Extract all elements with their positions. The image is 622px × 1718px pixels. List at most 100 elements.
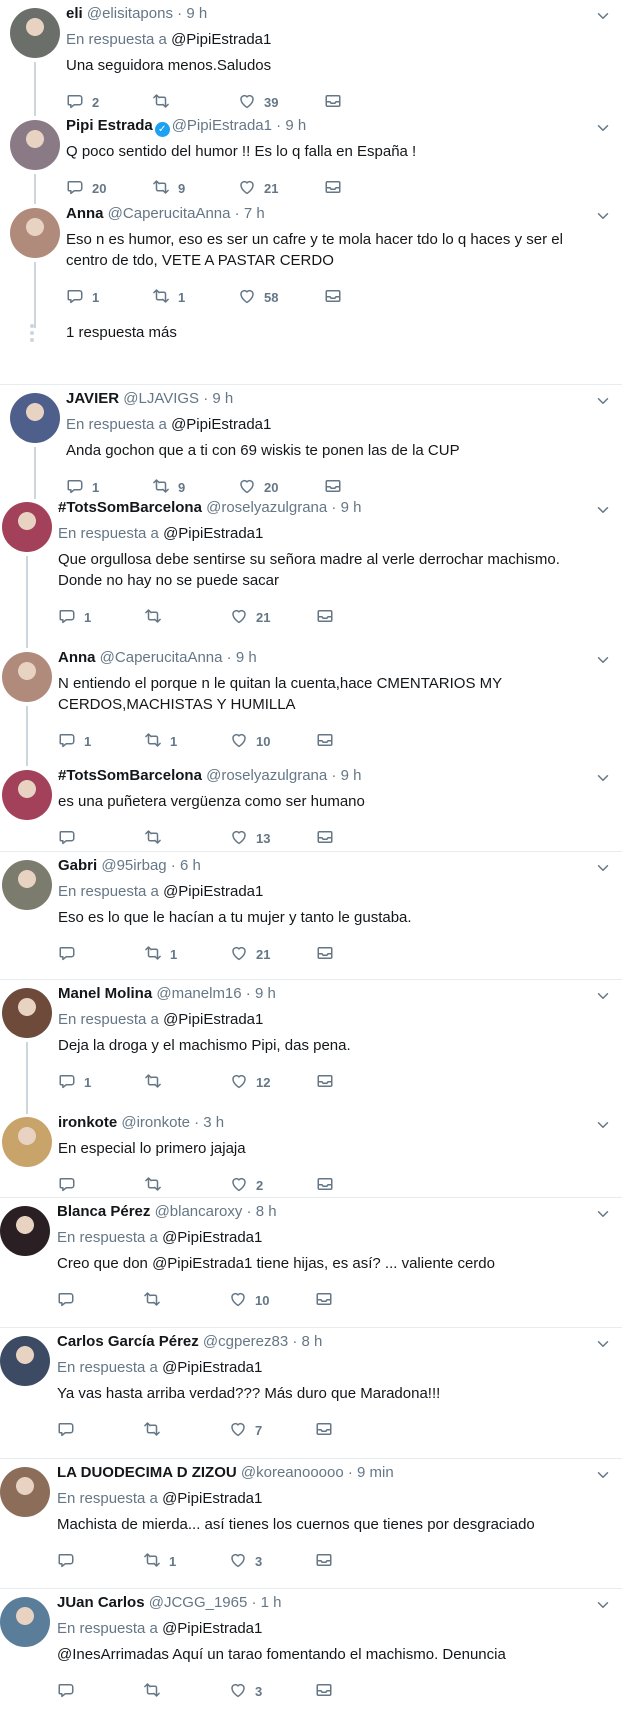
- tweet[interactable]: eli @elisitapons · 9 h En respuesta a @Pi…: [0, 0, 622, 116]
- tweet[interactable]: ironkote @ironkote · 3 h En especial lo p…: [0, 1109, 622, 1197]
- reply-button[interactable]: 1: [58, 1072, 144, 1092]
- tweet[interactable]: #TotsSomBarcelona @roselyazulgrana · 9 h…: [0, 762, 622, 851]
- retweet-button[interactable]: [143, 1681, 229, 1701]
- reply-button[interactable]: [57, 1420, 143, 1440]
- avatar[interactable]: [10, 120, 60, 170]
- retweet-button[interactable]: [144, 828, 230, 848]
- timestamp[interactable]: 9 h: [255, 985, 276, 1002]
- direct-message-button[interactable]: [315, 1420, 401, 1440]
- more-replies-link[interactable]: 1 respuesta más: [66, 324, 177, 341]
- tweet[interactable]: Carlos García Pérez @cgperez83 · 8 h En r…: [0, 1327, 622, 1458]
- tweet[interactable]: Gabri @95irbag · 6 h En respuesta a @Pipi…: [0, 851, 622, 979]
- avatar[interactable]: [2, 652, 52, 702]
- timestamp[interactable]: 1 h: [261, 1594, 282, 1611]
- reply-mention-link[interactable]: @PipiEstrada1: [171, 416, 271, 433]
- reply-button[interactable]: [58, 944, 144, 964]
- like-button[interactable]: 13: [230, 828, 316, 848]
- direct-message-button[interactable]: [316, 731, 402, 751]
- retweet-button[interactable]: [143, 1290, 229, 1310]
- tweet[interactable]: Anna @CaperucitaAnna · 9 h N entiendo el …: [0, 644, 622, 766]
- author-handle[interactable]: @cgperez83: [203, 1333, 288, 1350]
- timestamp[interactable]: 9 h: [341, 499, 362, 516]
- retweet-button[interactable]: 1: [144, 731, 230, 751]
- tweet[interactable]: Anna @CaperucitaAnna · 7 h Eso n es humor…: [0, 200, 622, 384]
- direct-message-button[interactable]: [315, 1681, 401, 1701]
- reply-button[interactable]: 1: [58, 731, 144, 751]
- author-name[interactable]: eli: [66, 5, 83, 22]
- author-handle[interactable]: @CaperucitaAnna: [108, 205, 231, 222]
- direct-message-button[interactable]: [316, 607, 402, 627]
- author-name[interactable]: JAVIER: [66, 390, 119, 407]
- reply-mention-link[interactable]: @PipiEstrada1: [163, 525, 263, 542]
- reply-button[interactable]: [57, 1681, 143, 1701]
- retweet-button[interactable]: 1: [152, 287, 238, 307]
- reply-button[interactable]: 1: [66, 287, 152, 307]
- retweet-button[interactable]: [152, 92, 238, 112]
- retweet-button[interactable]: 1: [143, 1551, 229, 1571]
- like-button[interactable]: 10: [230, 731, 316, 751]
- direct-message-button[interactable]: [324, 178, 410, 198]
- like-button[interactable]: 3: [229, 1681, 315, 1701]
- reply-mention-link[interactable]: @PipiEstrada1: [162, 1490, 262, 1507]
- like-button[interactable]: 39: [238, 92, 324, 112]
- tweet[interactable]: JUan Carlos @JCGG_1965 · 1 h En respuesta…: [0, 1588, 622, 1718]
- retweet-button[interactable]: 1: [144, 944, 230, 964]
- avatar[interactable]: [0, 1597, 50, 1647]
- reply-mention-link[interactable]: @PipiEstrada1: [163, 1011, 263, 1028]
- timestamp[interactable]: 3 h: [203, 1114, 224, 1131]
- like-button[interactable]: 21: [230, 607, 316, 627]
- direct-message-button[interactable]: [316, 1175, 402, 1195]
- author-name[interactable]: #TotsSomBarcelona: [58, 499, 202, 516]
- tweet[interactable]: #TotsSomBarcelona @roselyazulgrana · 9 h…: [0, 494, 622, 648]
- author-name[interactable]: ironkote: [58, 1114, 117, 1131]
- author-name[interactable]: #TotsSomBarcelona: [58, 767, 202, 784]
- avatar[interactable]: [0, 1206, 50, 1256]
- timestamp[interactable]: 9 h: [186, 5, 207, 22]
- avatar[interactable]: [10, 208, 60, 258]
- direct-message-button[interactable]: [324, 287, 410, 307]
- author-handle[interactable]: @manelm16: [156, 985, 241, 1002]
- timestamp[interactable]: 7 h: [244, 205, 265, 222]
- timestamp[interactable]: 6 h: [180, 857, 201, 874]
- reply-button[interactable]: [58, 1175, 144, 1195]
- avatar[interactable]: [2, 1117, 52, 1167]
- author-handle[interactable]: @LJAVIGS: [123, 390, 199, 407]
- author-handle[interactable]: @CaperucitaAnna: [100, 649, 223, 666]
- timestamp[interactable]: 8 h: [256, 1203, 277, 1220]
- reply-mention-link[interactable]: @PipiEstrada1: [162, 1359, 262, 1376]
- like-button[interactable]: 21: [230, 944, 316, 964]
- reply-mention-link[interactable]: @PipiEstrada1: [163, 883, 263, 900]
- retweet-button[interactable]: [143, 1420, 229, 1440]
- author-name[interactable]: JUan Carlos: [57, 1594, 145, 1611]
- like-button[interactable]: 12: [230, 1072, 316, 1092]
- author-name[interactable]: Anna: [66, 205, 104, 222]
- author-handle[interactable]: @JCGG_1965: [149, 1594, 248, 1611]
- avatar[interactable]: [2, 770, 52, 820]
- tweet[interactable]: JAVIER @LJAVIGS · 9 h En respuesta a @Pip…: [0, 384, 622, 499]
- reply-mention-link[interactable]: @PipiEstrada1: [171, 31, 271, 48]
- direct-message-button[interactable]: [324, 92, 410, 112]
- timestamp[interactable]: 8 h: [302, 1333, 323, 1350]
- direct-message-button[interactable]: [315, 1551, 401, 1571]
- retweet-button[interactable]: [144, 1072, 230, 1092]
- tweet[interactable]: Manel Molina @manelm16 · 9 h En respuesta…: [0, 979, 622, 1114]
- avatar[interactable]: [10, 393, 60, 443]
- timestamp[interactable]: 9 h: [212, 390, 233, 407]
- retweet-button[interactable]: 9: [152, 178, 238, 198]
- author-name[interactable]: LA DUODECIMA D ZIZOU: [57, 1464, 237, 1481]
- avatar[interactable]: [0, 1336, 50, 1386]
- reply-button[interactable]: [58, 828, 144, 848]
- avatar[interactable]: [2, 988, 52, 1038]
- author-handle[interactable]: @ironkote: [121, 1114, 190, 1131]
- timestamp[interactable]: 9 h: [236, 649, 257, 666]
- author-name[interactable]: Pipi Estrada: [66, 117, 153, 134]
- direct-message-button[interactable]: [316, 1072, 402, 1092]
- avatar[interactable]: [0, 1467, 50, 1517]
- direct-message-button[interactable]: [315, 1290, 401, 1310]
- reply-button[interactable]: 20: [66, 178, 152, 198]
- author-name[interactable]: Blanca Pérez: [57, 1203, 150, 1220]
- avatar[interactable]: [10, 8, 60, 58]
- author-handle[interactable]: @roselyazulgrana: [206, 767, 327, 784]
- author-name[interactable]: Manel Molina: [58, 985, 152, 1002]
- tweet[interactable]: LA DUODECIMA D ZIZOU @koreanooooo · 9 mi…: [0, 1458, 622, 1588]
